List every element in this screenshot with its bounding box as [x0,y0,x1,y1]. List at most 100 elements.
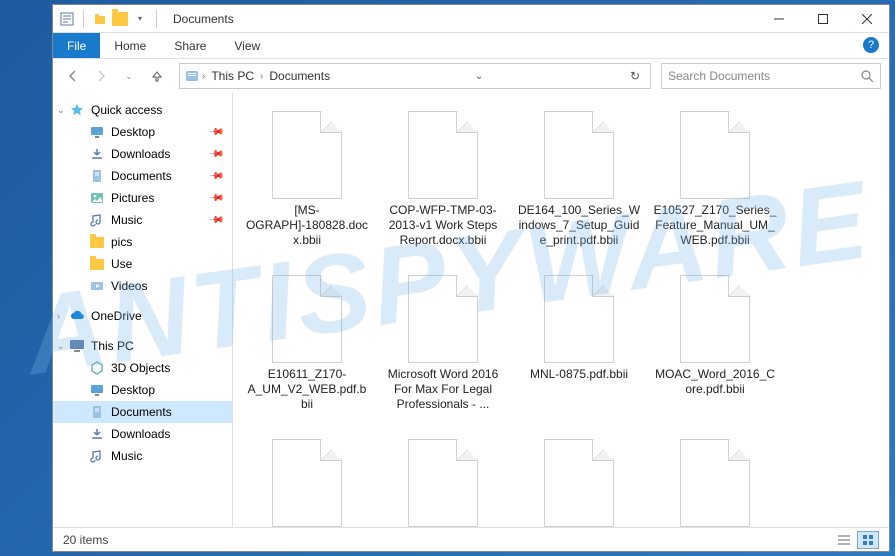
file-name: Microsoft Word 2016 For Max For Legal Pr… [381,367,505,412]
document-icon [89,168,105,184]
file-item[interactable]: E10527_Z170_Series_Feature_Manual_UM_WEB… [649,105,781,265]
sidebar-item-use[interactable]: Use [53,253,232,275]
view-toggles [833,531,879,549]
file-thumbnail-icon [544,439,614,527]
breadcrumb-segment[interactable]: This PC [207,69,258,83]
folder-icon [89,256,105,272]
sidebar-quick-access[interactable]: ⌄ Quick access [53,99,232,121]
file-item[interactable]: motherboard_manual_ga-8irx_e.pdf.bbii [241,433,373,527]
tree-group-thispc: ⌄ This PC 3D Objects Desktop Documents [53,335,232,467]
folder-icon[interactable] [112,11,128,27]
sidebar-item-videos[interactable]: Videos [53,275,232,297]
pin-icon: 📌 [207,168,224,185]
file-item[interactable] [649,433,781,527]
properties-icon[interactable] [59,11,75,27]
tab-view[interactable]: View [220,33,274,58]
chevron-down-icon[interactable]: ⌄ [57,341,65,352]
minimize-button[interactable] [757,5,801,33]
sidebar-item-label: Music [111,449,142,463]
status-bar: 20 items [53,527,889,551]
music-icon [89,212,105,228]
file-name: DE164_100_Series_Windows_7_Setup_Guide_p… [517,203,641,248]
forward-button[interactable] [89,64,113,88]
sidebar-item-music[interactable]: Music 📌 [53,209,232,231]
pc-icon [69,338,85,354]
sidebar-item-music-pc[interactable]: Music [53,445,232,467]
sidebar-item-documents[interactable]: Documents 📌 [53,165,232,187]
file-thumbnail-icon [408,439,478,527]
sidebar-item-3dobjects[interactable]: 3D Objects [53,357,232,379]
tab-home[interactable]: Home [100,33,160,58]
file-item[interactable]: MOAC_Word_2016_Core.pdf.bbii [649,269,781,429]
sidebar-item-documents-pc[interactable]: Documents [53,401,232,423]
sidebar-item-pictures[interactable]: Pictures 📌 [53,187,232,209]
download-icon [89,146,105,162]
sidebar-item-downloads[interactable]: Downloads 📌 [53,143,232,165]
sidebar-item-label: Documents [111,169,172,183]
file-item[interactable] [513,433,645,527]
sidebar-item-desktop-pc[interactable]: Desktop [53,379,232,401]
sidebar-this-pc[interactable]: ⌄ This PC [53,335,232,357]
file-item[interactable]: O365RG.docx.bbii [377,433,509,527]
details-view-button[interactable] [833,531,855,549]
item-count: 20 items [63,533,108,547]
file-name: E10611_Z170-A_UM_V2_WEB.pdf.bbii [245,367,369,412]
pin-icon: 📌 [207,212,224,229]
sidebar-item-label: Quick access [91,103,162,117]
tab-share[interactable]: Share [160,33,220,58]
file-thumbnail-icon [272,111,342,199]
sidebar-item-label: Downloads [111,427,170,441]
file-item[interactable]: DE164_100_Series_Windows_7_Setup_Guide_p… [513,105,645,265]
icons-view-button[interactable] [857,531,879,549]
file-name: COP-WFP-TMP-03-2013-v1 Work Steps Report… [381,203,505,248]
file-thumbnail-icon [272,275,342,363]
search-input[interactable] [668,69,860,83]
sidebar-onedrive[interactable]: › OneDrive [53,305,232,327]
music-icon [89,448,105,464]
file-thumbnail-icon [680,439,750,527]
file-thumbnail-icon [680,111,750,199]
videos-icon [89,278,105,294]
new-folder-icon[interactable] [92,11,108,27]
file-item[interactable]: Microsoft Word 2016 For Max For Legal Pr… [377,269,509,429]
desktop-icon [89,124,105,140]
close-button[interactable] [845,5,889,33]
folder-icon [89,234,105,250]
download-icon [89,426,105,442]
sidebar-item-downloads-pc[interactable]: Downloads [53,423,232,445]
sidebar-item-label: Pictures [111,191,154,205]
file-item[interactable]: [MS-OGRAPH]-180828.docx.bbii [241,105,373,265]
chevron-right-icon[interactable]: › [57,311,60,321]
chevron-right-icon[interactable]: › [258,71,265,82]
file-list[interactable]: [MS-OGRAPH]-180828.docx.bbiiCOP-WFP-TMP-… [233,93,889,527]
address-bar[interactable]: › This PC › Documents ⌄ ↻ [179,63,651,89]
breadcrumb-segment[interactable]: Documents [265,69,334,83]
sidebar-item-label: OneDrive [91,309,142,323]
help-icon[interactable]: ? [863,37,879,53]
back-button[interactable] [61,64,85,88]
qat-dropdown-icon[interactable]: ▾ [132,11,148,27]
sidebar-item-desktop[interactable]: Desktop 📌 [53,121,232,143]
address-dropdown-icon[interactable]: ⌄ [469,71,489,82]
file-item[interactable]: MNL-0875.pdf.bbii [513,269,645,429]
chevron-right-icon[interactable]: › [200,71,207,82]
file-item[interactable]: E10611_Z170-A_UM_V2_WEB.pdf.bbii [241,269,373,429]
navigation-bar: ⌄ › This PC › Documents ⌄ ↻ [53,59,889,93]
file-name: E10527_Z170_Series_Feature_Manual_UM_WEB… [653,203,777,248]
file-item[interactable]: COP-WFP-TMP-03-2013-v1 Work Steps Report… [377,105,509,265]
sidebar-item-pics[interactable]: pics [53,231,232,253]
search-icon[interactable] [860,69,874,83]
tree-group-quickaccess: ⌄ Quick access Desktop 📌 Downloads 📌 [53,99,232,297]
file-thumbnail-icon [408,275,478,363]
refresh-icon[interactable]: ↻ [624,69,646,83]
sidebar-item-label: 3D Objects [111,361,170,375]
sidebar-item-label: pics [111,235,132,249]
ribbon: File Home Share View ⌄ ? [53,33,889,59]
maximize-button[interactable] [801,5,845,33]
file-name: MOAC_Word_2016_Core.pdf.bbii [653,367,777,397]
search-box[interactable] [661,63,881,89]
chevron-down-icon[interactable]: ⌄ [57,105,65,116]
tab-file[interactable]: File [53,33,100,58]
recent-dropdown-icon[interactable]: ⌄ [117,64,141,88]
up-button[interactable] [145,64,169,88]
